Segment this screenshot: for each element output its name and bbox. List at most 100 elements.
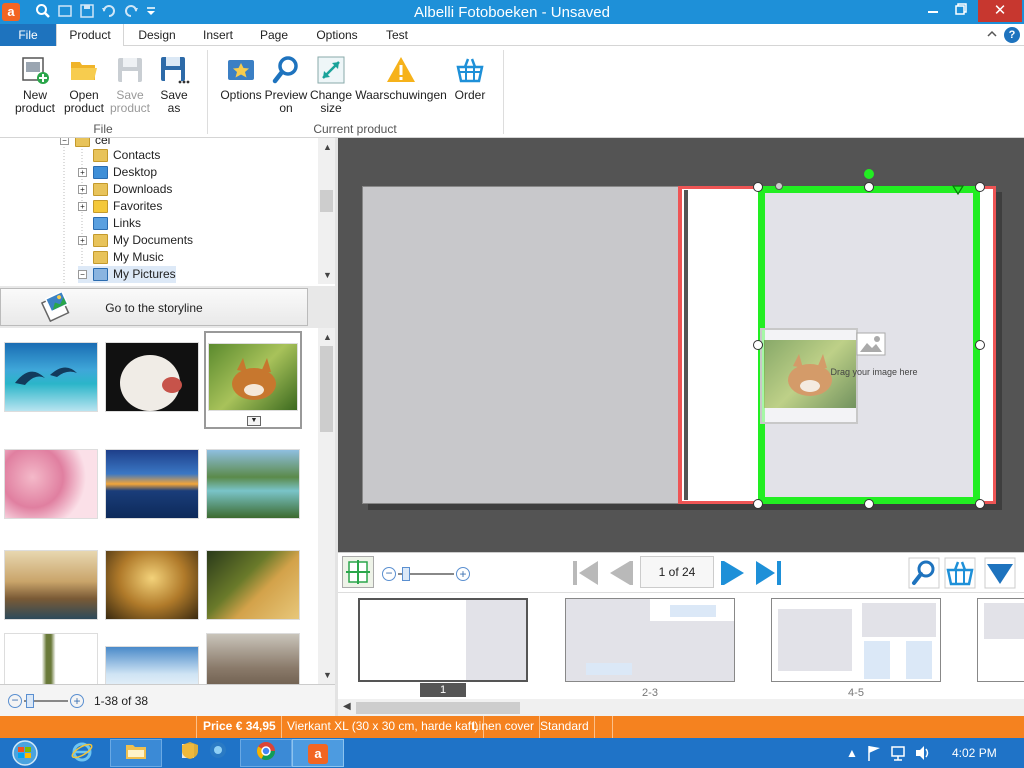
gallery-zoom-thumb[interactable]	[26, 694, 34, 708]
taskbar-file-explorer[interactable]	[110, 739, 162, 767]
resize-handle-sw[interactable]	[753, 499, 763, 509]
status-price: Price € 34,95	[198, 716, 282, 738]
photo-thumbnail-birds[interactable]	[206, 633, 300, 684]
photo-thumbnail-sunset-sea[interactable]	[105, 449, 199, 519]
photo-thumbnail-white-lion[interactable]	[105, 342, 199, 412]
photo-thumbnail-partial[interactable]	[4, 633, 98, 684]
tab-product[interactable]: Product	[56, 24, 124, 47]
photo-dropdown-icon[interactable]: ▼	[247, 416, 261, 426]
next-page-icon[interactable]	[718, 557, 750, 589]
frame-menu-icon[interactable]	[952, 185, 964, 195]
save-product-button[interactable]: Save product	[108, 54, 152, 115]
tab-file[interactable]: File	[0, 24, 56, 46]
minimize-icon[interactable]	[918, 0, 948, 22]
resize-handle-se[interactable]	[975, 499, 985, 509]
new-product-button[interactable]: New product	[12, 54, 58, 115]
photo-thumbnail-autumn-tree[interactable]	[206, 550, 300, 620]
tree-scrollbar[interactable]: ▲ ▼	[318, 138, 335, 284]
go-to-storyline-button[interactable]: Go to the storyline	[0, 288, 308, 326]
tree-item-my-music[interactable]: My Music	[78, 249, 164, 266]
warnings-button[interactable]: Waarschuwingen	[354, 54, 448, 102]
save-icon	[118, 58, 142, 82]
tray-arrow-icon[interactable]: ▲	[846, 746, 858, 760]
canvas-zoom-thumb[interactable]	[402, 567, 410, 581]
photo-thumbnail-old-city[interactable]	[4, 550, 98, 620]
change-size-button[interactable]: Change size	[309, 54, 353, 115]
tab-design[interactable]: Design	[128, 24, 186, 46]
scroll-down-icon[interactable]: ▼	[323, 270, 332, 280]
tab-test[interactable]: Test	[376, 24, 418, 46]
preview-button[interactable]: Preview on	[264, 54, 308, 115]
crop-handle[interactable]	[775, 182, 783, 190]
tree-item-favorites[interactable]: + Favorites	[78, 198, 162, 215]
tree-scroll-thumb[interactable]	[320, 190, 333, 212]
preview-zoom-icon[interactable]	[908, 557, 940, 589]
taskbar-app-media[interactable]	[192, 739, 244, 767]
zoom-in-icon[interactable]: +	[70, 694, 84, 708]
tab-insert[interactable]: Insert	[192, 24, 244, 46]
taskbar-chrome[interactable]	[240, 739, 292, 767]
collapse-ribbon-icon[interactable]	[986, 28, 998, 42]
open-product-button[interactable]: Open product	[62, 54, 106, 115]
left-page[interactable]	[362, 186, 680, 504]
taskbar-internet-explorer[interactable]	[56, 739, 108, 767]
save-as-button[interactable]: Save as	[154, 54, 194, 115]
action-center-flag-icon[interactable]	[866, 744, 882, 762]
photo-thumbnail-fox[interactable]	[208, 343, 298, 411]
scroll-up-icon[interactable]: ▲	[323, 332, 332, 342]
zoom-in-icon[interactable]: +	[456, 567, 470, 581]
tree-item-links[interactable]: Links	[78, 215, 141, 232]
gallery-scrollbar[interactable]: ▲ ▼	[318, 328, 335, 684]
resize-handle-n[interactable]	[864, 182, 874, 192]
network-icon[interactable]	[890, 744, 908, 762]
spread-thumbnail-1[interactable]	[358, 598, 528, 682]
zoom-out-icon[interactable]: −	[382, 567, 396, 581]
zoom-out-icon[interactable]: −	[8, 694, 22, 708]
spread-thumbnail-4-5[interactable]	[771, 598, 941, 682]
photo-thumbnail-iceberg[interactable]	[105, 646, 199, 684]
spread-thumbnail-2-3[interactable]	[565, 598, 735, 682]
photo-thumbnail-blossom[interactable]	[4, 449, 98, 519]
spread-thumbnail-partial[interactable]	[977, 598, 1024, 682]
close-icon[interactable]: ✕	[978, 0, 1022, 22]
scroll-left-icon[interactable]: ◀	[343, 701, 351, 712]
restore-icon[interactable]	[946, 0, 976, 22]
photo-thumbnail-selected[interactable]: ▼	[204, 331, 302, 429]
current-product-group-label: Current product	[313, 122, 397, 136]
scroll-up-icon[interactable]: ▲	[323, 142, 332, 152]
rotate-handle[interactable]	[864, 169, 874, 179]
order-button[interactable]: Order	[448, 54, 492, 102]
resize-handle-nw[interactable]	[753, 182, 763, 192]
resize-handle-e[interactable]	[975, 340, 985, 350]
tree-item-my-documents[interactable]: + My Documents	[78, 232, 193, 249]
gallery-scroll-thumb[interactable]	[320, 346, 333, 432]
previous-page-icon[interactable]	[604, 557, 636, 589]
fit-page-button[interactable]	[342, 556, 374, 588]
filmstrip-scrollbar[interactable]: ◀	[338, 699, 1024, 716]
filmstrip-scroll-thumb[interactable]	[356, 702, 520, 714]
resize-handle-ne[interactable]	[975, 182, 985, 192]
start-button[interactable]	[0, 739, 50, 767]
first-page-icon[interactable]	[570, 557, 602, 589]
photo-thumbnail-river[interactable]	[206, 449, 300, 519]
volume-icon[interactable]	[914, 744, 932, 762]
tree-item-desktop[interactable]: + Desktop	[78, 164, 157, 181]
photo-thumbnail-wave[interactable]	[105, 550, 199, 620]
resize-handle-s[interactable]	[864, 499, 874, 509]
resize-handle-w[interactable]	[753, 340, 763, 350]
scroll-down-icon[interactable]: ▼	[323, 670, 332, 680]
tree-item-downloads[interactable]: + Downloads	[78, 181, 172, 198]
taskbar-albelli[interactable]: a	[292, 739, 344, 767]
help-icon[interactable]: ?	[1004, 27, 1020, 43]
tab-options[interactable]: Options	[306, 24, 368, 46]
page-counter[interactable]: 1 of 24	[640, 556, 714, 588]
collapse-filmstrip-icon[interactable]	[984, 557, 1016, 589]
tree-item-my-pictures[interactable]: − My Pictures	[78, 266, 176, 283]
tab-page[interactable]: Page	[250, 24, 298, 46]
last-page-icon[interactable]	[752, 557, 784, 589]
order-basket-icon[interactable]	[944, 557, 976, 589]
options-button[interactable]: Options	[218, 54, 264, 102]
taskbar-clock[interactable]: 4:02 PM	[952, 746, 997, 760]
tree-item-contacts[interactable]: Contacts	[78, 147, 160, 164]
photo-thumbnail-dolphins[interactable]	[4, 342, 98, 412]
